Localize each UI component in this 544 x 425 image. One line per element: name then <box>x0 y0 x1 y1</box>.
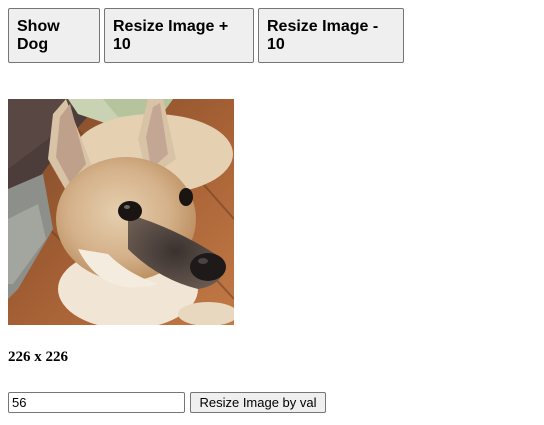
button-toolbar: Show Dog Resize Image + 10 Resize Image … <box>8 8 404 63</box>
image-size-label: 226 x 226 <box>8 349 68 365</box>
resize-by-val-button[interactable]: Resize Image by val <box>190 392 326 413</box>
dog-image <box>8 99 234 325</box>
resize-plus-button[interactable]: Resize Image + 10 <box>104 8 254 63</box>
show-dog-button[interactable]: Show Dog <box>8 8 100 63</box>
resize-minus-button[interactable]: Resize Image - 10 <box>258 8 404 63</box>
resize-value-input[interactable] <box>8 392 185 413</box>
